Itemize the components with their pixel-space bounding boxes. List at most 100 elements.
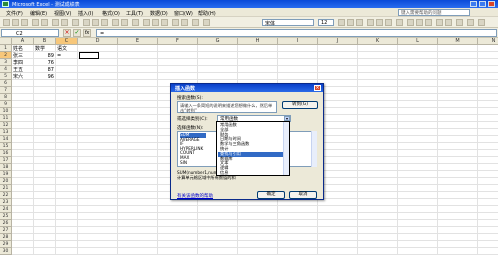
name-box[interactable]: C2	[1, 29, 59, 37]
column-header-d[interactable]: D	[78, 38, 118, 45]
cancel-entry-icon[interactable]: ×	[63, 29, 71, 37]
row-header-11[interactable]: 11	[0, 115, 12, 122]
menu-data[interactable]: 数据(D)	[150, 10, 168, 17]
cell-b1[interactable]: 数学	[35, 46, 54, 52]
row-header-5[interactable]: 5	[0, 73, 12, 80]
menu-file[interactable]: 文件(F)	[6, 10, 23, 17]
dialog-close-icon[interactable]: ×	[314, 85, 321, 91]
row-header-24[interactable]: 24	[0, 206, 12, 213]
row-header-19[interactable]: 19	[0, 171, 12, 178]
undo-icon[interactable]	[112, 19, 119, 26]
row-header-22[interactable]: 22	[0, 192, 12, 199]
function-list-scrollbar[interactable]	[311, 131, 317, 167]
column-header-n[interactable]: N	[478, 38, 498, 45]
decrease-decimal-icon[interactable]	[445, 19, 452, 26]
cell-a4[interactable]: 王五	[13, 67, 32, 73]
row-header-29[interactable]: 29	[0, 241, 12, 248]
column-header-f[interactable]: F	[158, 38, 198, 45]
row-header-17[interactable]: 17	[0, 157, 12, 164]
cut-icon[interactable]	[83, 19, 90, 26]
column-header-i[interactable]: I	[278, 38, 318, 45]
row-header-18[interactable]: 18	[0, 164, 12, 171]
ok-button[interactable]: 确定	[257, 191, 285, 199]
formula-input[interactable]: =	[96, 29, 497, 37]
row-header-15[interactable]: 15	[0, 143, 12, 150]
row-header-13[interactable]: 13	[0, 129, 12, 136]
category-dropdown-scrollbar[interactable]	[283, 122, 289, 175]
save-icon[interactable]	[21, 19, 28, 26]
column-header-l[interactable]: L	[398, 38, 438, 45]
underline-icon[interactable]	[356, 19, 363, 26]
row-header-2[interactable]: 2	[0, 52, 12, 59]
column-header-h[interactable]: H	[238, 38, 278, 45]
row-header-10[interactable]: 10	[0, 108, 12, 115]
row-header-28[interactable]: 28	[0, 234, 12, 241]
row-header-8[interactable]: 8	[0, 94, 12, 101]
cell-b2[interactable]: 89	[35, 53, 54, 59]
sort-descending-icon[interactable]	[161, 19, 168, 26]
row-header-1[interactable]: 1	[0, 45, 12, 52]
chart-wizard-icon[interactable]	[172, 19, 179, 26]
column-header-e[interactable]: E	[118, 38, 158, 45]
insert-function-icon[interactable]: fx	[83, 29, 91, 37]
row-header-3[interactable]: 3	[0, 59, 12, 66]
email-icon[interactable]	[41, 19, 48, 26]
search-function-input[interactable]: 请输入一条简短的说明来描述您想做什么，然后单击“转到”	[177, 101, 277, 113]
row-header-9[interactable]: 9	[0, 101, 12, 108]
italic-icon[interactable]	[347, 19, 354, 26]
maximize-button[interactable]	[479, 1, 486, 7]
row-header-21[interactable]: 21	[0, 185, 12, 192]
menu-insert[interactable]: 插入(I)	[78, 10, 93, 17]
zoom-icon[interactable]	[192, 19, 199, 26]
print-icon[interactable]	[52, 19, 59, 26]
column-header-k[interactable]: K	[358, 38, 398, 45]
column-header-g[interactable]: G	[198, 38, 238, 45]
sort-ascending-icon[interactable]	[152, 19, 159, 26]
spelling-icon[interactable]	[72, 19, 79, 26]
align-center-icon[interactable]	[376, 19, 383, 26]
function-item[interactable]: SIN	[180, 160, 187, 166]
row-header-12[interactable]: 12	[0, 122, 12, 129]
cell-c1[interactable]: 语文	[57, 46, 76, 52]
open-icon[interactable]	[12, 19, 19, 26]
cell-a5[interactable]: 宋六	[13, 74, 32, 80]
close-window-button[interactable]	[488, 1, 495, 7]
ask-question-input[interactable]: 键入需要帮助的问题	[398, 9, 470, 16]
column-header-a[interactable]: A	[12, 38, 34, 45]
align-left-icon[interactable]	[367, 19, 374, 26]
bold-icon[interactable]	[338, 19, 345, 26]
column-header-m[interactable]: M	[438, 38, 478, 45]
category-dropdown-list[interactable]: 常用函数 全部 财务 日期与时间 数学与三角函数 统计 查找与引用 数据库 文本 逻辑 信息	[216, 121, 290, 176]
cell-a3[interactable]: 李四	[13, 60, 32, 66]
row-header-20[interactable]: 20	[0, 178, 12, 185]
print-preview-icon[interactable]	[61, 19, 68, 26]
permission-icon[interactable]	[32, 19, 39, 26]
menu-window[interactable]: 窗口(W)	[174, 10, 193, 17]
paste-icon[interactable]	[101, 19, 108, 26]
font-name-select[interactable]: 宋体	[262, 19, 314, 27]
function-help-link[interactable]: 有关该函数的帮助	[177, 193, 213, 199]
row-header-23[interactable]: 23	[0, 199, 12, 206]
row-header-4[interactable]: 4	[0, 66, 12, 73]
borders-icon[interactable]	[456, 19, 463, 26]
menu-edit[interactable]: 编辑(E)	[30, 10, 47, 17]
row-header-7[interactable]: 7	[0, 87, 12, 94]
menu-tools[interactable]: 工具(T)	[126, 10, 143, 17]
row-header-6[interactable]: 6	[0, 80, 12, 87]
drawing-icon[interactable]	[181, 19, 188, 26]
enter-entry-icon[interactable]: ✓	[73, 29, 81, 37]
menu-help[interactable]: 帮助(H)	[198, 10, 216, 17]
column-header-c[interactable]: C	[56, 38, 78, 45]
category-option[interactable]: 信息	[220, 170, 228, 176]
menu-format[interactable]: 格式(O)	[102, 10, 120, 17]
column-header-b[interactable]: B	[34, 38, 56, 45]
percent-icon[interactable]	[416, 19, 423, 26]
cell-c2[interactable]: =	[57, 53, 76, 59]
row-header-26[interactable]: 26	[0, 220, 12, 227]
cell-b3[interactable]: 76	[35, 60, 54, 66]
hyperlink-icon[interactable]	[132, 19, 139, 26]
autosum-icon[interactable]	[143, 19, 150, 26]
column-header-j[interactable]: J	[318, 38, 358, 45]
new-icon[interactable]	[3, 19, 10, 26]
cancel-button[interactable]: 取消	[289, 191, 317, 199]
